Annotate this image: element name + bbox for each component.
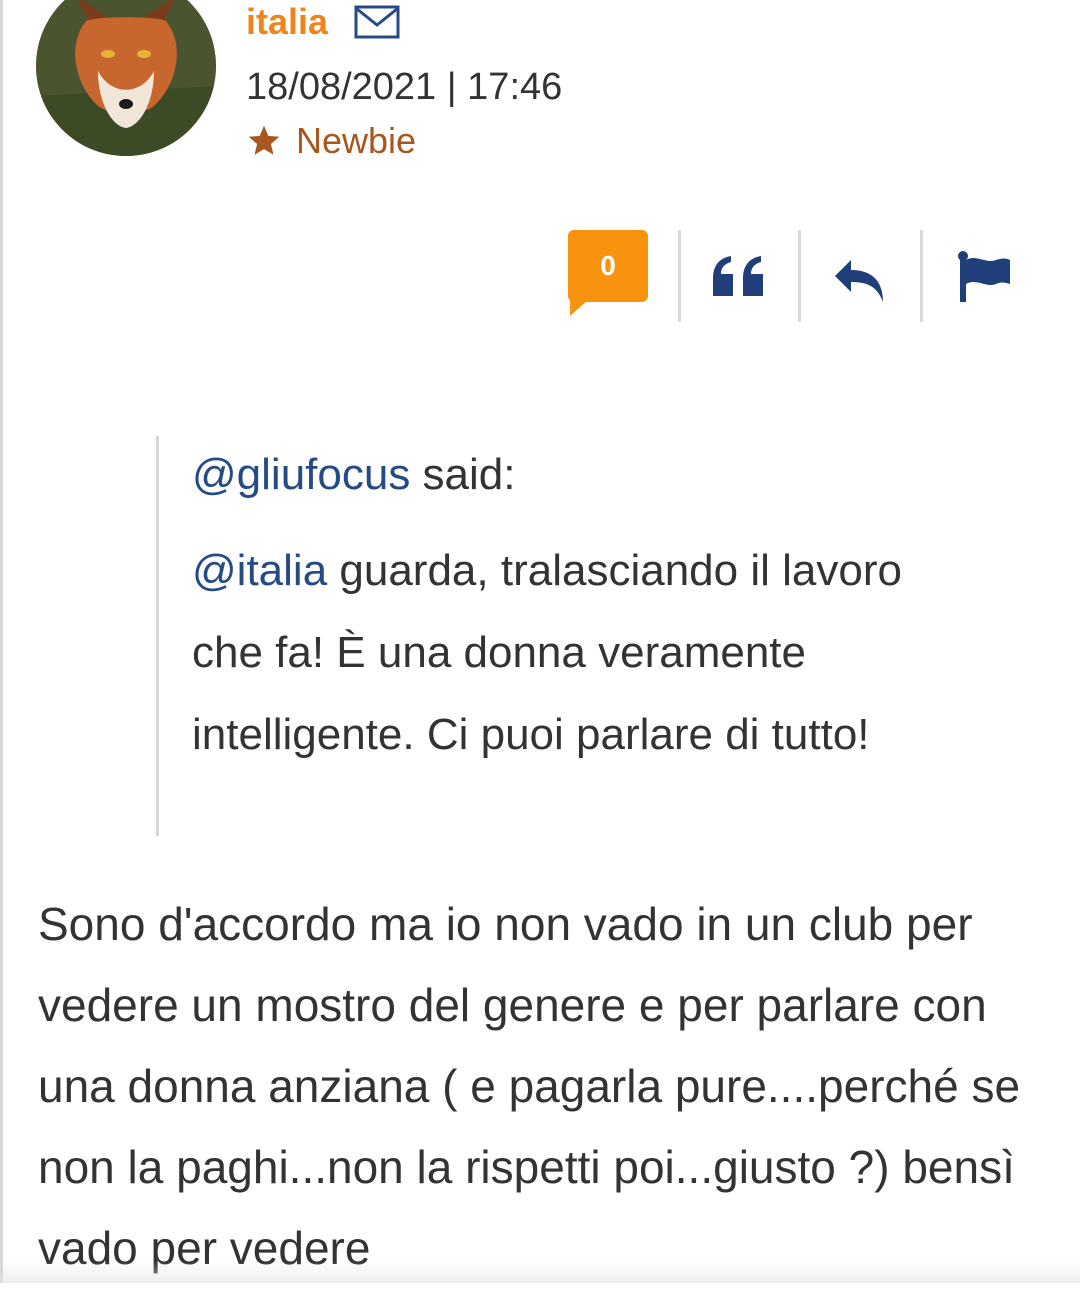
avatar[interactable]	[36, 0, 216, 156]
rank-row: Newbie	[246, 120, 416, 162]
quote-author-line: @gliufocus said:	[192, 450, 516, 500]
action-separator	[920, 230, 923, 322]
action-separator	[678, 230, 681, 322]
bottom-fade	[0, 1261, 1080, 1283]
quote-text: @italia guarda, tralasciando il lavoro c…	[192, 530, 912, 776]
left-edge-border	[0, 0, 3, 1283]
quote-author-mention[interactable]: @gliufocus	[192, 450, 410, 499]
report-button[interactable]	[954, 248, 1014, 308]
quoted-post: @gliufocus said: @italia guarda, tralasc…	[156, 436, 939, 836]
post-datetime: 18/08/2021 | 17:46	[246, 66, 563, 108]
author-row: italia	[246, 0, 400, 44]
author-rank: Newbie	[296, 120, 417, 161]
reply-icon	[835, 260, 883, 302]
likes-count-button[interactable]: 0	[568, 230, 648, 302]
quote-mention[interactable]: @italia	[192, 546, 327, 595]
reply-button[interactable]	[831, 248, 891, 308]
quote-icon	[713, 256, 763, 296]
star-icon	[248, 125, 280, 155]
quote-said-label: said:	[410, 450, 516, 499]
action-separator	[798, 230, 801, 322]
quote-button[interactable]	[709, 248, 769, 308]
post-body-text: Sono d'accordo ma io non vado in un club…	[38, 898, 1021, 1274]
author-username[interactable]: italia	[246, 1, 328, 43]
mail-icon[interactable]	[354, 5, 400, 39]
flag-icon	[958, 251, 1010, 302]
post-actions: 0	[566, 230, 1026, 322]
likes-badge-tail	[570, 300, 588, 316]
fox-avatar-image	[36, 0, 216, 156]
